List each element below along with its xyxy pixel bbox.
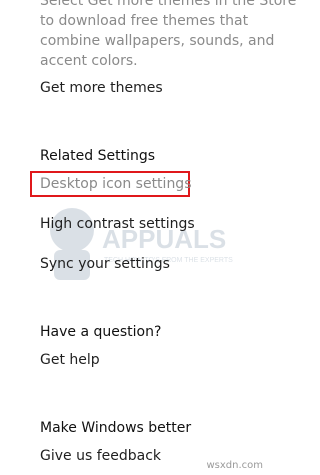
themes-description-line-3: combine wallpapers, sounds, and xyxy=(40,33,275,49)
site-watermark: wsxdn.com xyxy=(206,460,263,471)
make-windows-better-heading: Make Windows better xyxy=(40,420,192,436)
sync-your-settings-link[interactable]: Sync your settings xyxy=(40,254,170,274)
get-help-link[interactable]: Get help xyxy=(40,350,100,370)
high-contrast-settings-link[interactable]: High contrast settings xyxy=(40,214,195,234)
themes-description-line-2: to download free themes that xyxy=(40,13,249,29)
themes-description-line-1: Select Get more themes in the Store xyxy=(40,0,297,9)
related-settings-heading: Related Settings xyxy=(40,148,156,164)
themes-description-line-4: accent colors. xyxy=(40,53,138,69)
get-more-themes-link[interactable]: Get more themes xyxy=(40,78,163,98)
have-a-question-heading: Have a question? xyxy=(40,324,162,340)
themes-description: Select Get more themes in the Store to d… xyxy=(40,0,297,71)
give-us-feedback-link[interactable]: Give us feedback xyxy=(40,446,161,466)
desktop-icon-settings-link[interactable]: Desktop icon settings xyxy=(40,174,192,194)
